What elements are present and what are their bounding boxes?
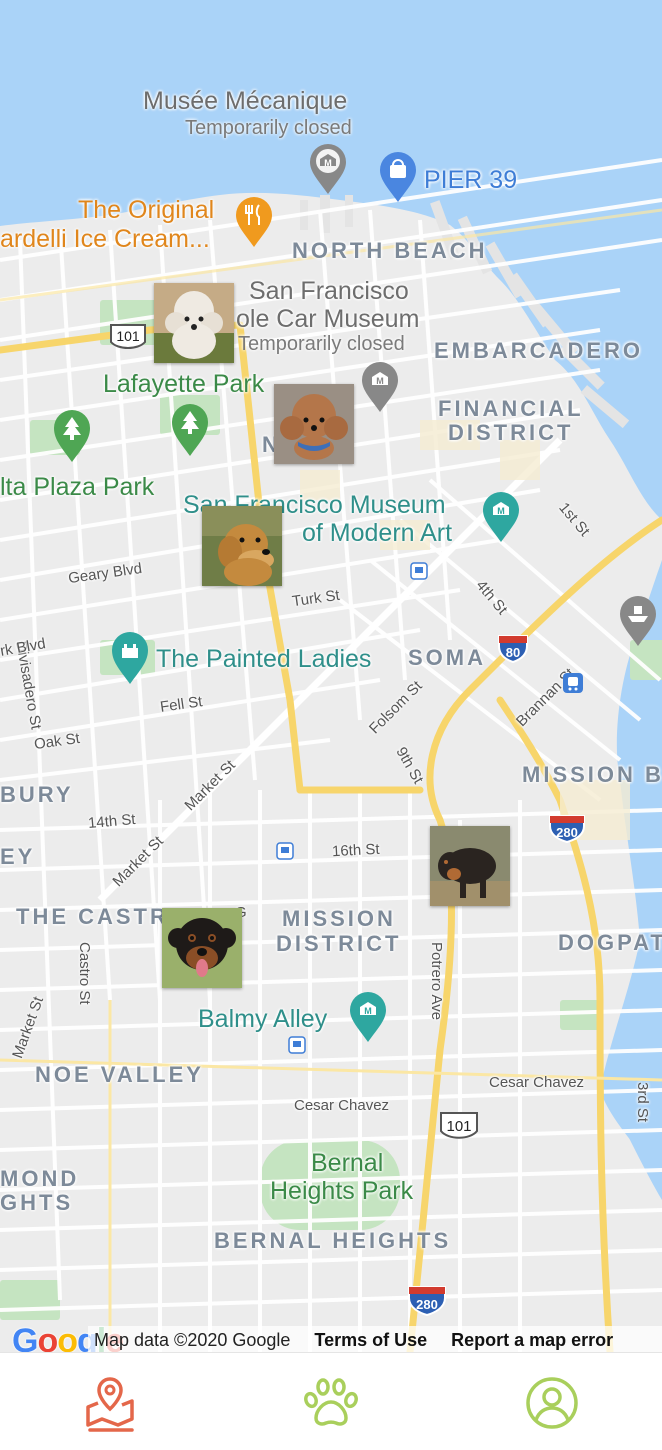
label-bernal-1[interactable]: Bernal: [311, 1151, 383, 1176]
svg-text:M: M: [324, 158, 332, 168]
park-pin-icon[interactable]: [170, 402, 210, 463]
tab-profile[interactable]: [522, 1371, 582, 1435]
museum-pin-icon[interactable]: M: [481, 490, 521, 549]
label-financial-2: DISTRICT: [448, 420, 574, 445]
label-embarcadero: EMBARCADERO: [434, 338, 643, 363]
i80-shield-icon: 80: [497, 632, 529, 669]
i280-shield-icon: 280: [407, 1283, 447, 1322]
label-musee-mecanique[interactable]: Musée Mécanique: [143, 89, 347, 114]
label-ghirardelli-2[interactable]: ardelli Ice Cream...: [0, 227, 210, 252]
svg-text:280: 280: [556, 825, 578, 840]
i280-shield-icon: 280: [548, 812, 586, 849]
label-cable-car-1[interactable]: San Francisco: [249, 279, 409, 304]
terms-of-use-link[interactable]: Terms of Use: [314, 1330, 427, 1351]
label-sfmoma-2[interactable]: of Modern Art: [302, 521, 452, 546]
label-financial-1: FINANCIAL: [438, 396, 584, 421]
label-bernal-heights: BERNAL HEIGHTS: [214, 1228, 452, 1253]
label-mission-1: MISSION: [282, 906, 396, 931]
tab-dogs[interactable]: [301, 1371, 361, 1435]
map-pin-icon: [86, 1377, 134, 1432]
label-noe-valley: NOE VALLEY: [35, 1062, 204, 1087]
transit-icon: [410, 562, 428, 585]
label-balmy-alley[interactable]: Balmy Alley: [198, 1007, 327, 1032]
svg-text:M: M: [376, 376, 384, 386]
label-potrero-ave: Potrero Ave: [428, 942, 445, 1021]
park-pin-icon[interactable]: [52, 408, 92, 469]
label-musee-status: Temporarily closed: [185, 117, 352, 139]
museum-pin-icon[interactable]: M: [360, 360, 400, 419]
museum-pin-icon[interactable]: M: [348, 990, 388, 1049]
label-pier-39[interactable]: PIER 39: [424, 168, 517, 193]
svg-text:280: 280: [416, 1297, 438, 1312]
label-ey: EY: [0, 844, 36, 869]
map-view[interactable]: Musée Mécanique Temporarily closed M PIE…: [0, 0, 662, 1352]
label-richmond-2: GHTS: [0, 1190, 74, 1215]
svg-text:80: 80: [506, 645, 520, 660]
label-painted-ladies[interactable]: The Painted Ladies: [156, 647, 371, 672]
label-cable-car-status: Temporarily closed: [238, 333, 405, 355]
label-castro-st: Castro St: [76, 942, 93, 1005]
label-dogpatch: DOGPAT: [558, 930, 662, 955]
label-cable-car-2[interactable]: ole Car Museum: [236, 307, 419, 332]
label-lafayette-park[interactable]: Lafayette Park: [103, 372, 264, 397]
label-the-castro: THE CASTR: [16, 904, 169, 929]
svg-text:101: 101: [446, 1118, 471, 1135]
shopping-pin-icon[interactable]: [378, 150, 418, 209]
report-map-error-link[interactable]: Report a map error: [451, 1330, 613, 1351]
us101-shield-icon: 101: [108, 322, 148, 357]
label-alta-plaza-park[interactable]: lta Plaza Park: [0, 475, 154, 500]
ferry-pin-icon[interactable]: [618, 594, 658, 653]
us101-shield-icon: 101: [438, 1110, 480, 1147]
label-mission-bay: MISSION B: [522, 762, 662, 787]
attribution-bar: Map data ©2020 Google Terms of Use Repor…: [88, 1326, 662, 1352]
label-bury: BURY: [0, 782, 74, 807]
label-3rd-st: 3rd St: [634, 1082, 651, 1123]
label-north-beach: NORTH BEACH: [292, 238, 488, 263]
transit-icon: [276, 842, 294, 865]
svg-text:M: M: [364, 1006, 372, 1016]
dog-marker-coonhound[interactable]: [430, 826, 510, 906]
dog-marker-toy-poodle[interactable]: [274, 384, 354, 464]
label-richmond-1: MOND: [0, 1166, 80, 1191]
tab-map[interactable]: [80, 1371, 140, 1435]
label-bernal-2[interactable]: Heights Park: [270, 1179, 413, 1204]
landmark-pin-icon[interactable]: [110, 630, 150, 691]
label-14th-st: 14th St: [87, 810, 137, 833]
restaurant-pin-icon[interactable]: [234, 195, 274, 254]
map-data-text: Map data ©2020 Google: [94, 1329, 291, 1350]
svg-text:M: M: [497, 506, 505, 516]
train-icon: [562, 672, 584, 699]
bottom-tab-bar: [0, 1352, 662, 1450]
map-attribution: Google Map data ©2020 Google Terms of Us…: [0, 1322, 662, 1352]
transit-icon: [288, 1036, 306, 1059]
svg-text:101: 101: [116, 328, 140, 344]
label-ghirardelli-1[interactable]: The Original: [78, 198, 214, 223]
label-cesar-chavez-1: Cesar Chavez: [489, 1074, 585, 1091]
label-soma: SOMA: [408, 645, 486, 670]
dog-marker-golden-retriever[interactable]: [202, 506, 282, 586]
paw-icon: [304, 1378, 358, 1426]
profile-icon: [526, 1377, 578, 1429]
label-16th-st: 16th St: [331, 840, 380, 861]
label-cesar-chavez-2: Cesar Chavez: [294, 1097, 390, 1114]
dog-marker-poodle[interactable]: [154, 283, 234, 363]
museum-pin-icon[interactable]: M: [308, 142, 348, 201]
label-mission-2: DISTRICT: [276, 931, 402, 956]
dog-marker-rottweiler[interactable]: [162, 908, 242, 988]
